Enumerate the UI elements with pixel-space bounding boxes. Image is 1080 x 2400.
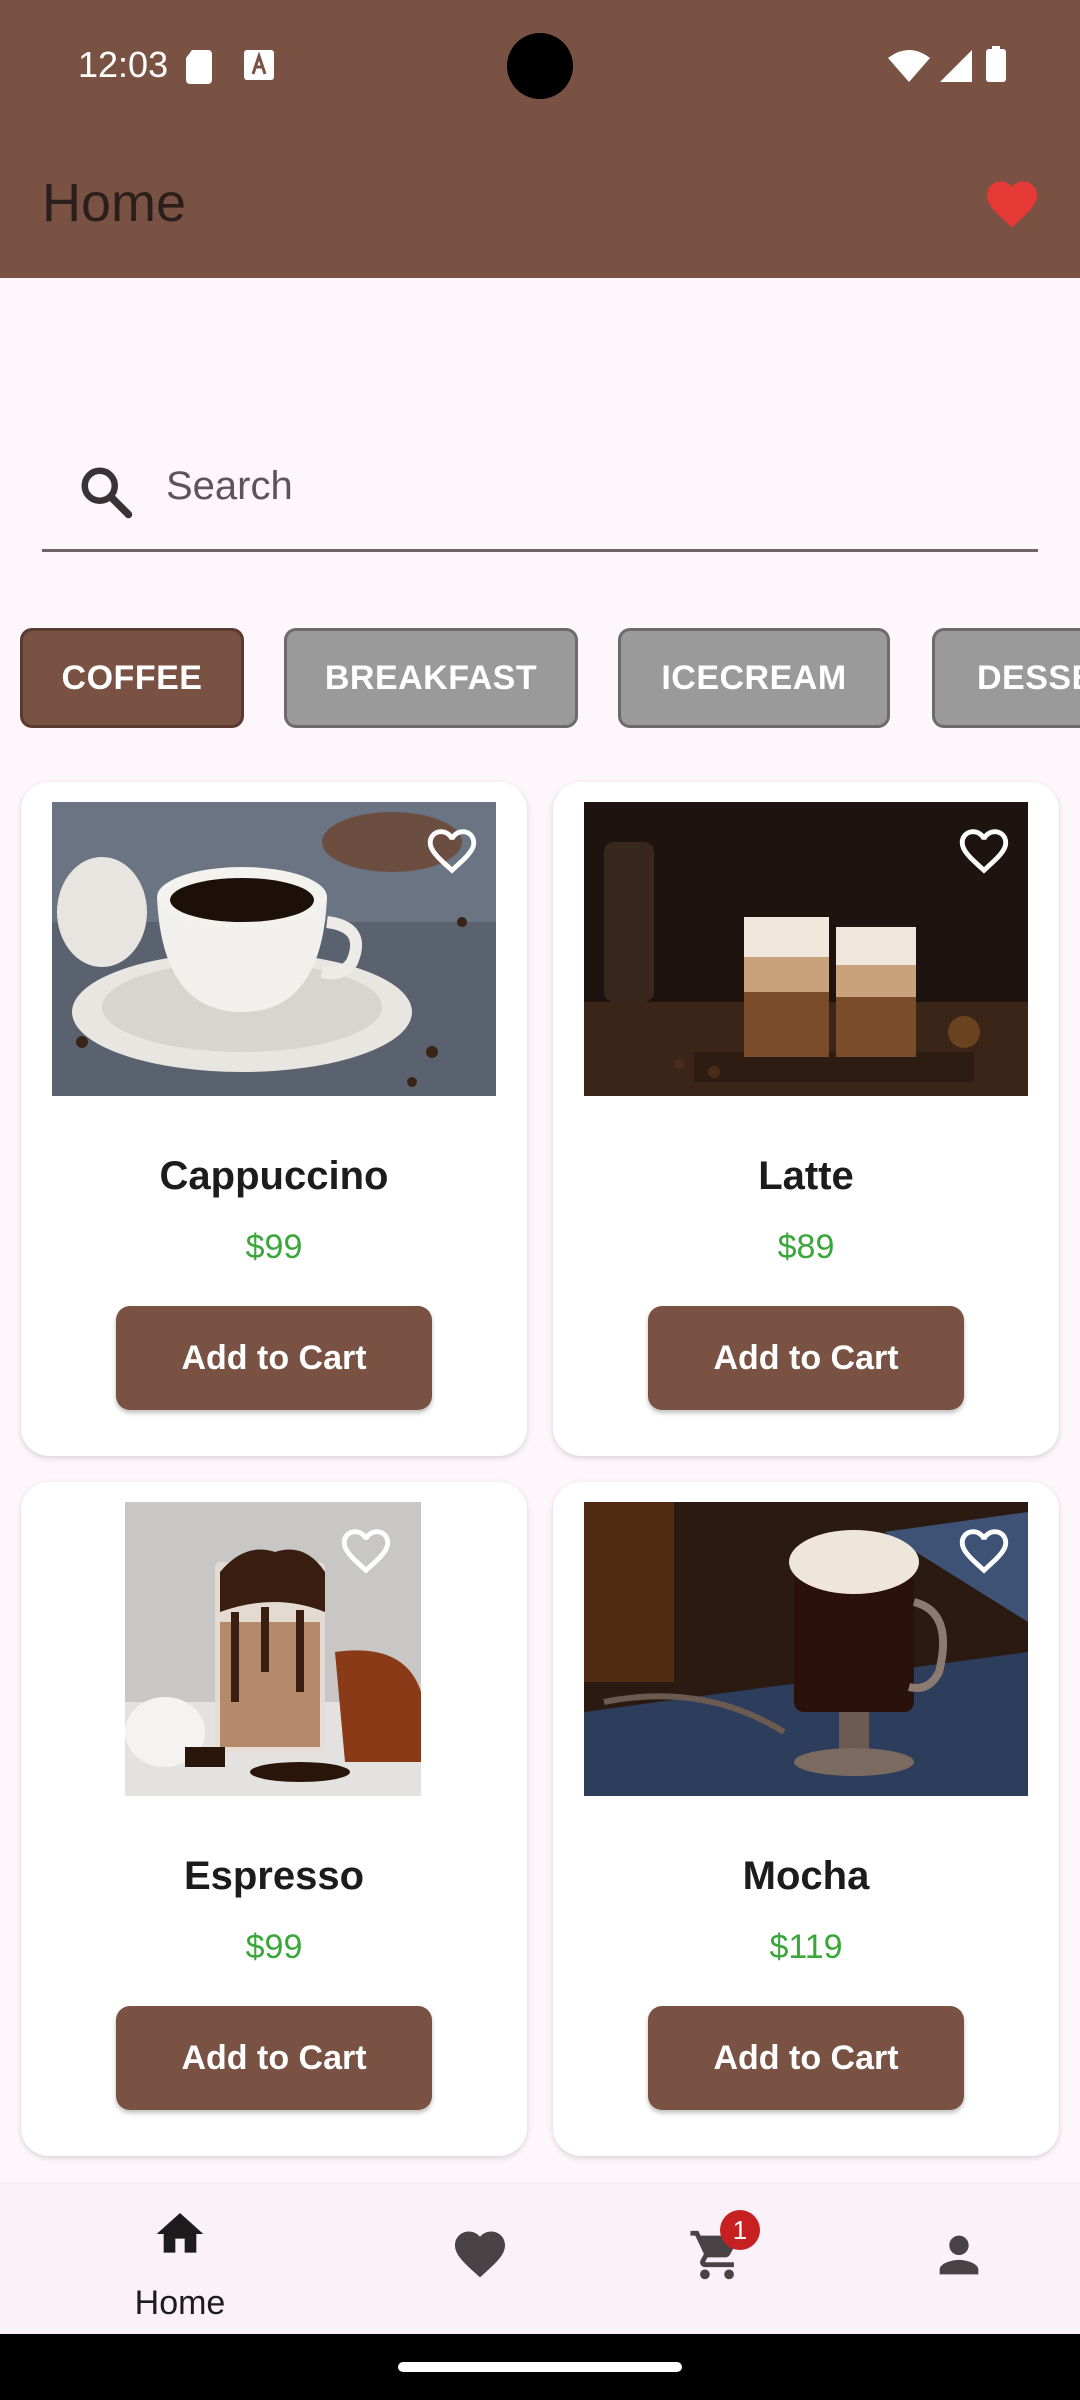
keyboard-a-icon bbox=[244, 50, 274, 80]
category-coffee[interactable]: COFFEE bbox=[20, 628, 244, 728]
favorite-heart-icon[interactable] bbox=[955, 822, 1013, 880]
home-icon bbox=[156, 2213, 204, 2253]
bottom-navigation: Home 1 bbox=[0, 2184, 1080, 2334]
signal-icon bbox=[940, 50, 972, 82]
nav-cart[interactable] bbox=[618, 2184, 818, 2334]
search-icon bbox=[81, 467, 133, 519]
category-label: DESSE bbox=[977, 658, 1080, 697]
battery-icon bbox=[986, 46, 1006, 82]
favorite-heart-icon[interactable] bbox=[423, 822, 481, 880]
nav-home-label: Home bbox=[134, 2284, 226, 2322]
nav-favorites[interactable] bbox=[380, 2184, 580, 2334]
product-price: $99 bbox=[245, 1228, 303, 1266]
heart-icon bbox=[455, 2231, 505, 2278]
product-name: Espresso bbox=[183, 1854, 365, 1898]
wifi-icon bbox=[888, 50, 930, 82]
product-card: Cappuccino $99 Add to Cart bbox=[21, 782, 527, 1456]
status-bar: 12:03 bbox=[0, 0, 1080, 130]
category-dessert[interactable]: DESSE bbox=[932, 628, 1080, 728]
product-card: Latte $89 Add to Cart bbox=[553, 782, 1059, 1456]
app-bar: Home bbox=[0, 130, 1080, 278]
add-to-cart-button[interactable]: Add to Cart bbox=[648, 1306, 964, 1410]
product-price: $89 bbox=[777, 1228, 835, 1266]
add-to-cart-button[interactable]: Add to Cart bbox=[116, 2006, 432, 2110]
product-card: Espresso $99 Add to Cart bbox=[21, 1482, 527, 2156]
category-label: BREAKFAST bbox=[324, 658, 538, 697]
page-title: Home bbox=[42, 173, 187, 233]
favorite-heart-icon[interactable] bbox=[955, 1522, 1013, 1580]
gesture-handle[interactable] bbox=[398, 2362, 682, 2372]
product-price: $119 bbox=[769, 1928, 843, 1966]
add-to-cart-button[interactable]: Add to Cart bbox=[648, 2006, 964, 2110]
nav-profile[interactable] bbox=[860, 2184, 1060, 2334]
category-icecream[interactable]: ICECREAM bbox=[618, 628, 890, 728]
add-to-cart-button[interactable]: Add to Cart bbox=[116, 1306, 432, 1410]
product-name: Mocha bbox=[742, 1854, 870, 1898]
category-chips: COFFEE BREAKFAST ICECREAM DESSE bbox=[0, 628, 1080, 728]
favorites-heart-icon[interactable] bbox=[982, 174, 1042, 234]
product-card: Mocha $119 Add to Cart bbox=[553, 1482, 1059, 2156]
product-price: $99 bbox=[245, 1928, 303, 1966]
search-field[interactable] bbox=[42, 440, 1038, 552]
person-icon bbox=[939, 2235, 979, 2275]
favorite-heart-icon[interactable] bbox=[337, 1522, 395, 1580]
category-label: COFFEE bbox=[61, 658, 203, 697]
cart-count-badge: 1 bbox=[720, 2210, 760, 2250]
search-input[interactable] bbox=[166, 446, 1006, 526]
product-name: Latte bbox=[758, 1154, 854, 1198]
nav-home[interactable]: Home bbox=[80, 2184, 280, 2334]
system-gesture-bar bbox=[0, 2334, 1080, 2400]
category-breakfast[interactable]: BREAKFAST bbox=[284, 628, 578, 728]
sd-card-icon bbox=[186, 50, 212, 84]
category-label: ICECREAM bbox=[661, 658, 847, 697]
status-time: 12:03 bbox=[78, 44, 169, 85]
camera-cutout bbox=[507, 33, 573, 99]
product-name: Cappuccino bbox=[159, 1154, 389, 1198]
